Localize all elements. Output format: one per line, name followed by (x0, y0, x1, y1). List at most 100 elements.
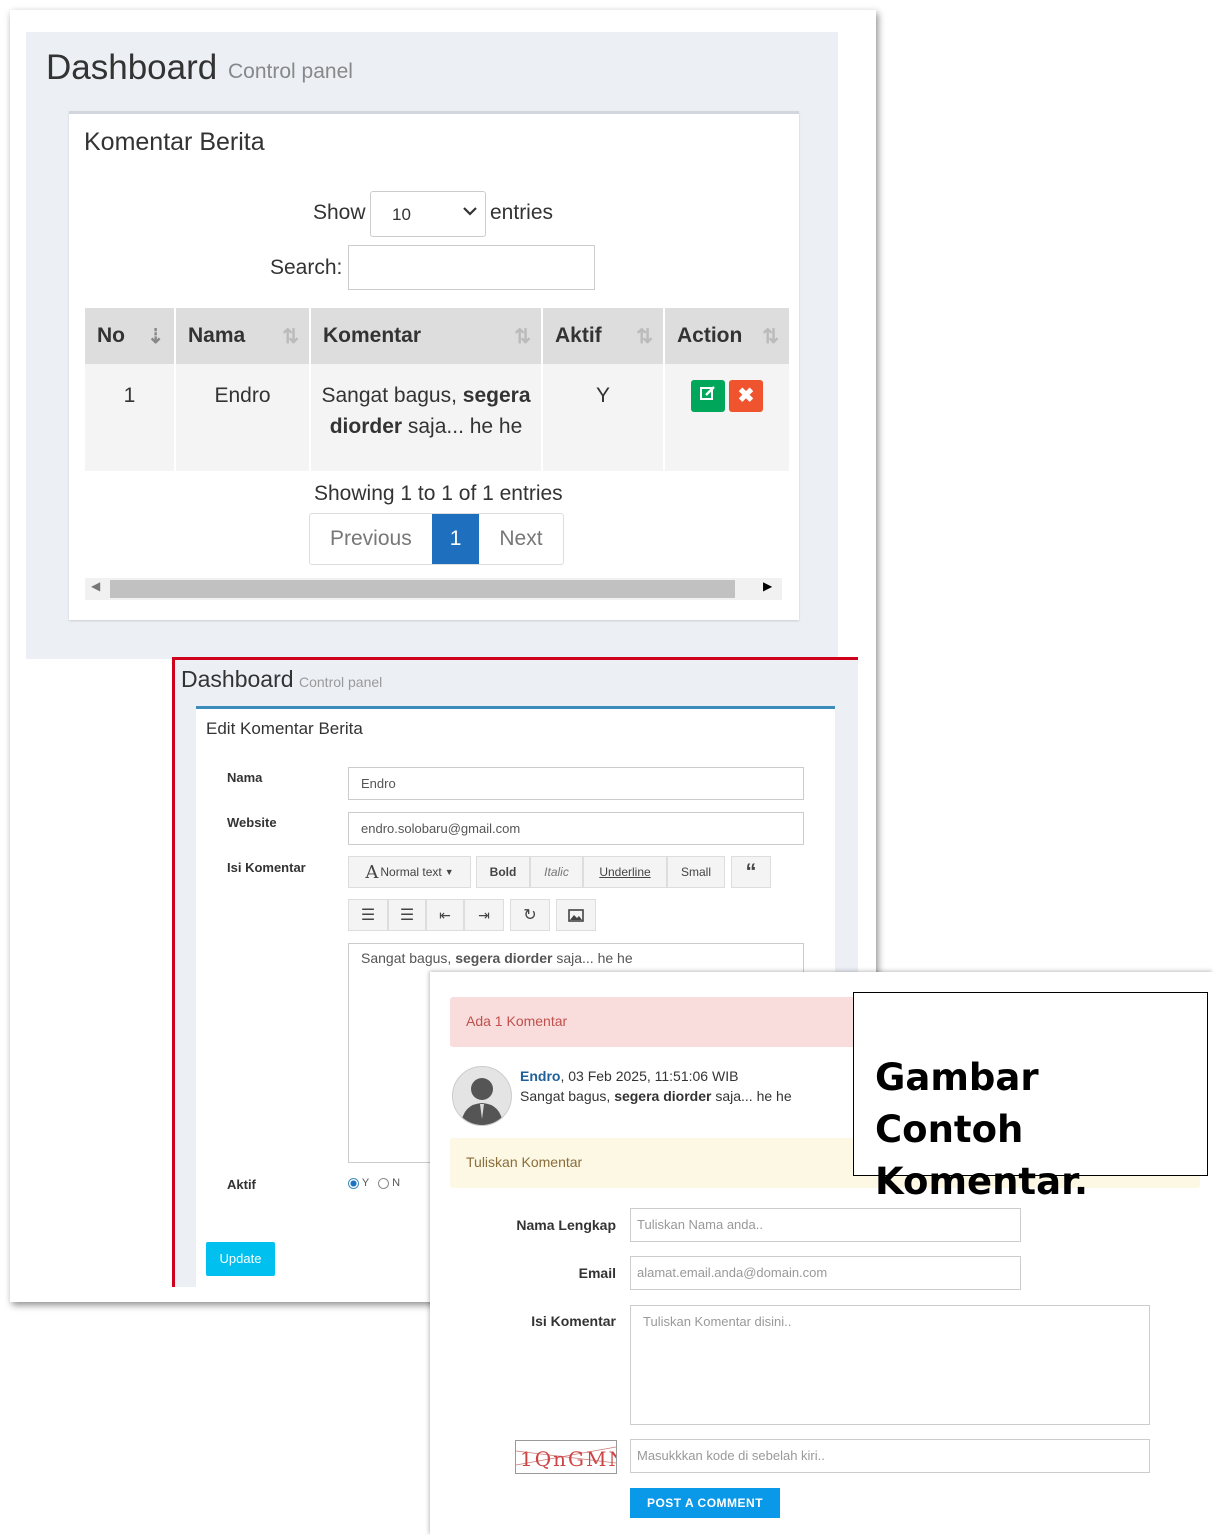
col-komentar-label: Komentar (323, 324, 422, 347)
edit-button[interactable] (691, 380, 725, 412)
captcha-input[interactable]: Masukkkan kode di sebelah kiri.. (630, 1439, 1150, 1473)
komentar-text-end: saja... he he (402, 415, 523, 438)
page-title: Dashboard (181, 666, 294, 692)
write-comment-title: Tuliskan Komentar (466, 1154, 583, 1170)
update-button[interactable]: Update (206, 1242, 275, 1276)
editor-text-bold: segera diorder (455, 950, 553, 966)
page-length-value: 10 (392, 205, 411, 224)
sort-icon: ⇅ (636, 326, 653, 348)
figure-caption: Gambar Contoh Komentar. (875, 1056, 1089, 1203)
col-aktif[interactable]: Aktif ⇅ (542, 308, 665, 364)
isi-komentar-label: Isi Komentar (227, 860, 306, 875)
scrollbar-thumb[interactable] (110, 580, 735, 598)
sort-asc-icon: ⇣ (147, 326, 164, 348)
comment-body: Sangat bagus, segera diorder saja... he … (520, 1088, 792, 1104)
col-no[interactable]: No ⇣ (85, 308, 176, 364)
col-no-label: No (97, 324, 125, 347)
col-komentar[interactable]: Komentar ⇅ (310, 308, 543, 364)
page-subtitle: Control panel (299, 674, 383, 690)
cell-komentar: Sangat bagus, segera diorder saja... he … (310, 364, 543, 471)
pagination-previous[interactable]: Previous (310, 514, 432, 564)
captcha-text: 1QnGMN (520, 1447, 616, 1471)
caret-down-icon: ▼ (444, 867, 454, 877)
comment-count-text: Ada 1 Komentar (466, 1013, 568, 1029)
editor-text-end: saja... he he (552, 950, 633, 966)
nama-label: Nama (227, 770, 263, 785)
editor-text: Sangat bagus, segera diorder saja... he … (361, 950, 633, 966)
website-field[interactable]: endro.solobaru@gmail.com (348, 812, 804, 845)
website-label: Website (227, 815, 277, 830)
image-icon[interactable] (556, 899, 596, 931)
col-nama-label: Nama (188, 324, 246, 347)
nama-lengkap-label: Nama Lengkap (516, 1217, 616, 1233)
comment-body-bold: segera diorder (614, 1088, 712, 1104)
email-input[interactable]: alamat.email.anda@domain.com (630, 1256, 1021, 1290)
pagination: Previous 1 Next (309, 513, 564, 565)
editor-text-start: Sangat bagus, (361, 950, 456, 966)
bold-button[interactable]: Bold (476, 856, 530, 888)
show-label: Show (313, 201, 366, 224)
scroll-left-icon[interactable]: ◀ (91, 579, 100, 593)
aktif-label: Aktif (227, 1177, 256, 1192)
comment-body-end: saja... he he (711, 1088, 792, 1104)
cell-aktif: Y (542, 364, 665, 471)
entries-label: entries (490, 201, 554, 224)
indent-icon[interactable]: ⇥ (464, 899, 504, 931)
isi-komentar-label: Isi Komentar (531, 1313, 616, 1329)
search-label: Search: (270, 256, 343, 279)
search-input[interactable] (348, 245, 595, 290)
sort-icon: ⇅ (282, 326, 299, 348)
comment-meta: Endro, 03 Feb 2025, 11:51:06 WIB (520, 1068, 738, 1084)
col-nama[interactable]: Nama ⇅ (175, 308, 311, 364)
table-row: 1 Endro Sangat bagus, segera diorder saj… (85, 364, 791, 471)
page-title: Dashboard (46, 48, 218, 87)
col-aktif-label: Aktif (555, 324, 602, 347)
outdent-icon[interactable]: ⇤ (426, 899, 464, 931)
captcha-image: 1QnGMN (515, 1440, 617, 1474)
edit-icon (700, 386, 715, 400)
nama-lengkap-input[interactable]: Tuliskan Nama anda.. (630, 1208, 1021, 1242)
radio-n[interactable] (378, 1177, 390, 1189)
italic-button[interactable]: Italic (530, 856, 583, 888)
user-icon (461, 1078, 503, 1125)
email-label: Email (578, 1265, 616, 1281)
link-icon[interactable]: ↻ (510, 899, 550, 931)
cell-no: 1 (85, 364, 176, 471)
font-icon: A (365, 861, 379, 883)
chevron-down-icon (462, 204, 478, 220)
unordered-list-icon[interactable]: ☰ (348, 899, 388, 931)
sort-icon: ⇅ (514, 326, 531, 348)
box-title: Komentar Berita (84, 128, 265, 156)
sort-icon: ⇅ (762, 326, 779, 348)
underline-button[interactable]: Underline (583, 856, 667, 888)
comment-body-start: Sangat bagus, (520, 1088, 615, 1104)
pagination-page-1[interactable]: 1 (431, 514, 480, 564)
post-comment-button[interactable]: POST A COMMENT (630, 1488, 780, 1518)
komentar-text: Sangat bagus, (321, 384, 463, 407)
delete-button[interactable]: ✖ (729, 380, 763, 412)
radio-y-label: Y (361, 1177, 369, 1189)
normal-text-dropdown[interactable]: A Normal text ▼ (348, 856, 471, 888)
aktif-radio-group: Y N (348, 1177, 400, 1189)
radio-y[interactable] (348, 1177, 359, 1189)
page-subtitle: Control panel (228, 60, 353, 83)
radio-n-label: N (392, 1177, 401, 1189)
col-action[interactable]: Action ⇅ (664, 308, 791, 364)
comment-author[interactable]: Endro (520, 1068, 560, 1084)
ordered-list-icon[interactable]: ☰ (388, 899, 426, 931)
small-button[interactable]: Small (667, 856, 725, 888)
col-action-label: Action (677, 324, 743, 347)
comment-date: , 03 Feb 2025, 11:51:06 WIB (560, 1068, 739, 1084)
cell-action: ✖ (664, 364, 791, 471)
quote-icon[interactable]: “ (731, 856, 771, 888)
nama-field[interactable]: Endro (348, 767, 804, 800)
normal-text-label: Normal text (380, 865, 442, 879)
scroll-right-icon[interactable]: ▶ (763, 579, 772, 593)
box-title: Edit Komentar Berita (206, 719, 363, 738)
pagination-next[interactable]: Next (479, 514, 562, 564)
table-info: Showing 1 to 1 of 1 entries (314, 482, 563, 505)
isi-komentar-textarea[interactable]: Tuliskan Komentar disini.. (630, 1305, 1150, 1425)
avatar (452, 1066, 512, 1126)
comments-table: No ⇣ Nama ⇅ Komentar ⇅ Aktif ⇅ Action ⇅ 1 End… (85, 308, 791, 471)
cell-nama: Endro (175, 364, 311, 471)
